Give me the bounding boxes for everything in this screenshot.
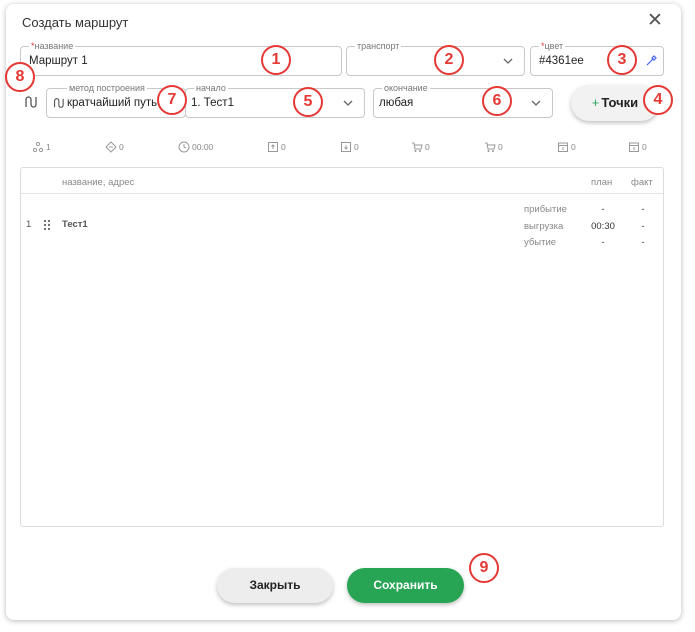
distance-stat: 0: [105, 140, 124, 154]
route-name-input[interactable]: Маршрут 1: [29, 55, 88, 67]
close-button[interactable]: Закрыть: [217, 568, 333, 603]
row-number: 1: [26, 219, 32, 230]
route-method-value: кратчайший путь: [67, 97, 158, 109]
points-count-icon: [32, 141, 44, 153]
arrival-label: прибытие: [524, 204, 567, 215]
dialog-title: Создать маршрут: [22, 15, 129, 30]
unload-fact: -: [641, 221, 645, 232]
route-end-value: любая: [379, 97, 414, 109]
box-out-icon: [629, 142, 639, 152]
route-name-field[interactable]: *название Маршрут 1: [20, 40, 342, 76]
points-count-stat: 1: [32, 140, 51, 154]
route-end-label: окончание: [382, 82, 430, 94]
annotation-badge-5: 5: [293, 87, 323, 117]
annotation-badge-6: 6: [482, 86, 512, 116]
create-route-dialog: Создать маршрут ✕ *название Маршрут 1 тр…: [6, 4, 681, 620]
unload-stat: 0: [340, 140, 359, 154]
arrival-plan: -: [601, 204, 605, 215]
route-end-select[interactable]: окончание любая: [373, 82, 553, 118]
route-points-table: название, адрес план факт 1 Тест1 прибыт…: [20, 167, 664, 527]
unload-plan: 00:30: [591, 221, 615, 232]
unload-label: выгрузка: [524, 221, 564, 232]
header-name: название, адрес: [62, 177, 135, 188]
departure-label: убытие: [524, 237, 557, 248]
box-out-stat: 0: [628, 140, 647, 154]
route-icon[interactable]: [23, 95, 37, 109]
arrival-fact: -: [641, 204, 645, 215]
departure-plan: -: [601, 237, 605, 248]
annotation-badge-1: 1: [261, 45, 291, 75]
distance-icon: [105, 141, 117, 153]
load-icon: [268, 142, 278, 152]
color-field[interactable]: *цвет #4361ee: [530, 40, 664, 76]
route-name-label: *название: [29, 40, 76, 52]
annotation-badge-7: 7: [157, 85, 187, 115]
point-name: Тест1: [62, 219, 88, 230]
unload-icon: [341, 142, 351, 152]
route-icon: [54, 98, 64, 108]
header-fact: факт: [631, 177, 653, 188]
cart-unload-stat: 0: [484, 140, 503, 154]
chevron-down-icon: [343, 100, 353, 106]
box-in-stat: 0: [557, 140, 576, 154]
color-label: *цвет: [539, 40, 566, 52]
transport-label: транспорт: [355, 40, 402, 52]
cart-load-stat: 0: [411, 140, 430, 154]
close-icon[interactable]: ✕: [646, 11, 664, 31]
route-start-value: 1. Тест1: [191, 97, 234, 109]
departure-fact: -: [641, 237, 645, 248]
eyedropper-icon[interactable]: [644, 54, 658, 68]
annotation-badge-4: 4: [643, 85, 673, 115]
route-method-label: метод построения: [67, 82, 147, 94]
route-start-select[interactable]: начало 1. Тест1: [185, 82, 365, 118]
header-plan: план: [591, 177, 613, 188]
cart-load-icon: [412, 142, 423, 152]
table-header: название, адрес план факт: [21, 168, 663, 194]
route-stats: 1 0 00:00 0 0 0 0 0 0: [6, 140, 681, 154]
cart-unload-icon: [485, 142, 496, 152]
color-input[interactable]: #4361ee: [539, 55, 584, 67]
save-button[interactable]: Сохранить: [347, 568, 464, 603]
annotation-badge-2: 2: [434, 45, 464, 75]
route-start-label: начало: [194, 82, 228, 94]
chevron-down-icon: [531, 100, 541, 106]
clock-icon: [178, 141, 190, 153]
chevron-down-icon: [503, 58, 513, 64]
duration-stat: 00:00: [178, 140, 213, 154]
load-stat: 0: [267, 140, 286, 154]
box-in-icon: [558, 142, 568, 152]
annotation-badge-3: 3: [607, 45, 637, 75]
drag-handle-icon[interactable]: [42, 218, 52, 232]
table-row[interactable]: 1 Тест1 прибытие выгрузка убытие - 00:30…: [21, 198, 663, 254]
annotation-badge-9: 9: [469, 553, 499, 583]
annotation-badge-8: 8: [5, 62, 35, 92]
